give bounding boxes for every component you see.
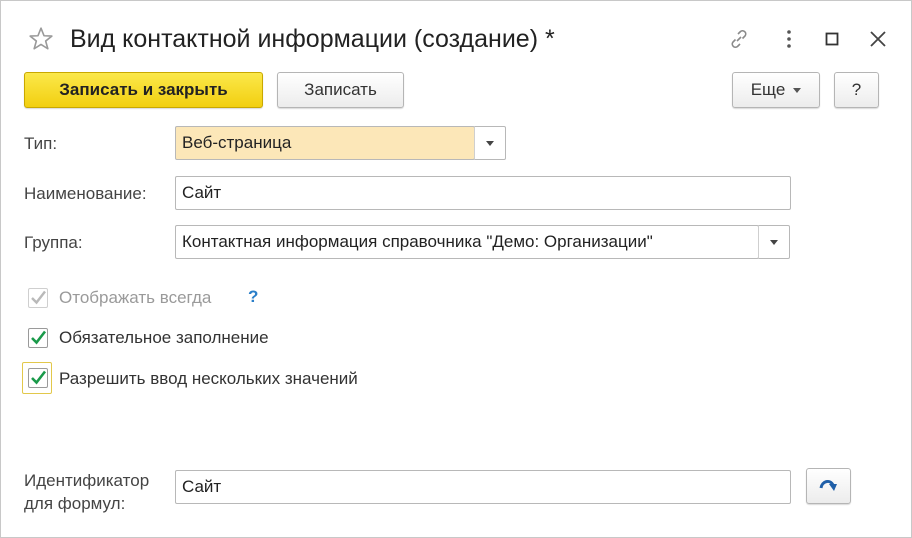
type-label: Тип:: [24, 134, 58, 153]
checkmark-icon: [31, 290, 46, 305]
group-field[interactable]: Контактная информация справочника "Демо:…: [175, 225, 759, 259]
show-always-checkbox: [28, 288, 48, 308]
save-button[interactable]: Записать: [277, 72, 404, 108]
group-label: Группа:: [24, 233, 83, 252]
chevron-down-icon: [793, 87, 802, 93]
form-window: Вид контактной информации (создание) * З…: [0, 0, 912, 538]
identifier-label-line1: Идентификатор: [24, 471, 150, 490]
window-title: Вид контактной информации (создание) *: [70, 25, 555, 53]
link-icon[interactable]: [727, 27, 751, 51]
more-button[interactable]: Еще: [732, 72, 820, 108]
name-label: Наименование:: [24, 184, 147, 203]
save-and-close-button[interactable]: Записать и закрыть: [24, 72, 263, 108]
help-icon[interactable]: ?: [248, 287, 258, 307]
chevron-down-icon: [770, 239, 778, 245]
curved-arrow-icon: [819, 479, 837, 491]
type-field[interactable]: Веб-страница: [175, 126, 475, 160]
help-button[interactable]: ?: [834, 72, 879, 108]
identifier-label-line2: для формул:: [24, 494, 126, 513]
required-label: Обязательное заполнение: [59, 328, 269, 347]
checkmark-icon: [31, 370, 47, 385]
type-dropdown-button[interactable]: [474, 126, 506, 160]
show-always-label: Отображать всегда: [59, 288, 212, 307]
name-field[interactable]: Сайт: [175, 176, 791, 210]
more-button-label: Еще: [750, 80, 786, 99]
more-vertical-icon[interactable]: [777, 27, 801, 51]
fill-identifier-button[interactable]: [806, 468, 851, 504]
star-icon[interactable]: [28, 26, 54, 52]
group-dropdown-button[interactable]: [758, 225, 790, 259]
close-icon[interactable]: [866, 27, 890, 51]
multiple-values-label: Разрешить ввод нескольких значений: [59, 369, 358, 388]
identifier-field[interactable]: Сайт: [175, 470, 791, 504]
chevron-down-icon: [486, 140, 494, 146]
maximize-icon[interactable]: [820, 27, 844, 51]
multiple-values-checkbox[interactable]: [28, 368, 48, 388]
checkmark-icon: [31, 330, 47, 345]
required-checkbox[interactable]: [28, 328, 48, 348]
